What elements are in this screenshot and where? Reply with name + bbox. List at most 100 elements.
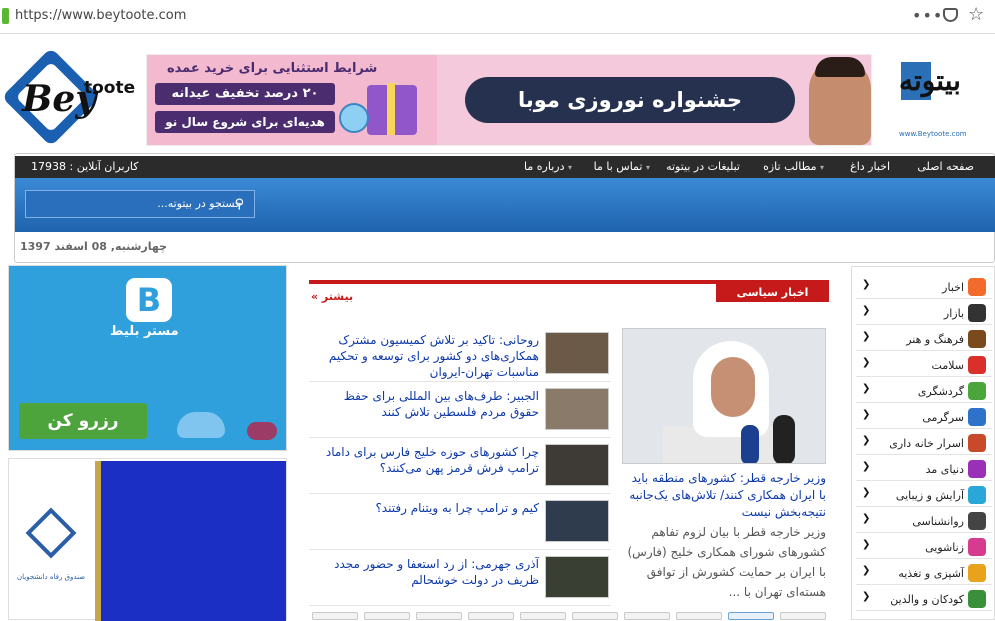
chevron-icon: ❮ (862, 305, 871, 316)
chevron-icon: ❮ (862, 591, 871, 602)
news-list-item[interactable]: چرا کشورهای حوزه خلیج فارس برای داماد تر… (309, 438, 611, 494)
sidebar-item-fashion[interactable]: دنیای مد ❮ (856, 457, 992, 481)
sidebar-item-label: آشپزی و تغذیه (898, 567, 964, 580)
sidebar-item-housekeeping[interactable]: اسرار خانه داری ❮ (856, 431, 992, 455)
reserve-button[interactable]: رزرو کن (19, 403, 147, 439)
sidebar-item-market[interactable]: بازار ❮ (856, 301, 992, 325)
pager-tab-active[interactable] (728, 612, 774, 620)
tourism-icon (968, 382, 986, 400)
ad-gold-bar (95, 461, 101, 621)
news-list-item[interactable]: روحانی: تاکید بر تلاش کمیسیون مشترک همکا… (309, 326, 611, 382)
sidebar-item-kids[interactable]: کودکان و والدین ❮ (856, 587, 992, 611)
berries-icon (247, 422, 277, 440)
pager-tab[interactable] (312, 612, 358, 620)
main-nav-bar: صفحه اصلی اخبار داغ ▾ مطالب تازه تبلیغات… (15, 156, 995, 178)
sidebar-item-culture[interactable]: فرهنگ و هنر ❮ (856, 327, 992, 351)
bookmark-star-icon[interactable]: ☆ (968, 4, 984, 25)
news-thumbnail[interactable] (545, 388, 609, 430)
news-icon (968, 278, 986, 296)
sidebar-item-label: کودکان و والدین (890, 593, 964, 606)
search-placeholder: جستجو در بیتوته... (157, 197, 242, 210)
header-nav-container: صفحه اصلی اخبار داغ ▾ مطالب تازه تبلیغات… (14, 153, 995, 263)
news-list-item[interactable]: کیم و ترامپ چرا به ویتنام رفتند؟ (309, 494, 611, 550)
site-logo-left[interactable]: Bey toote (1, 47, 135, 148)
chevron-icon: ❮ (862, 279, 871, 290)
nav-item-hot-news[interactable]: اخبار داغ (850, 160, 890, 173)
pager-tab[interactable] (520, 612, 566, 620)
site-logo-right[interactable]: بیتوته www.Beytoote.com (895, 56, 987, 142)
featured-news-image[interactable] (622, 328, 826, 464)
search-icon[interactable]: ⚲ (234, 192, 244, 218)
featured-news-title[interactable]: وزیر خارجه قطر: کشورهای منطقه باید با ای… (622, 470, 826, 521)
sidebar-item-tourism[interactable]: گردشگری ❮ (856, 379, 992, 403)
top-banner-ad[interactable]: شرایط استثنایی برای خرید عمده ۲۰ درصد تخ… (146, 54, 872, 146)
news-list-item[interactable]: آذری جهرمی: از رد استعفا و حضور مجدد ظری… (309, 550, 611, 606)
news-pager (312, 612, 828, 620)
chevron-icon: ❮ (862, 331, 871, 342)
nav-item-label: تماس با ما (593, 160, 643, 173)
nav-item-about[interactable]: ▾ درباره ما (524, 160, 572, 173)
culture-icon (968, 330, 986, 348)
fish-bowl-icon (177, 412, 225, 438)
search-input[interactable]: ⚲ جستجو در بیتوته... (25, 190, 255, 218)
sidebar-item-marriage[interactable]: زناشویی ❮ (856, 535, 992, 559)
pager-tab[interactable] (364, 612, 410, 620)
banner-gift-text: هدیه‌ای برای شروع سال نو (155, 111, 335, 133)
chevron-down-icon: ▾ (567, 163, 572, 172)
student-welfare-ad[interactable]: صندوق رفاه دانشجویان (8, 458, 287, 621)
news-thumbnail[interactable] (545, 556, 609, 598)
address-url[interactable]: https://www.beytoote.com (15, 8, 186, 23)
political-news-section: اخبار سیاسی بیشتر » وزیر خارجه قطر: کشور… (309, 278, 829, 620)
student-fund-logo-icon (25, 507, 77, 559)
pager-tab[interactable] (572, 612, 618, 620)
news-thumbnail[interactable] (545, 500, 609, 542)
pager-tab[interactable] (624, 612, 670, 620)
chevron-icon: ❮ (862, 461, 871, 472)
banner-person-hair (815, 57, 865, 77)
category-sidebar: اخبار ❮ بازار ❮ فرهنگ و هنر ❮ سلامت ❮ گردشگر… (851, 266, 995, 620)
sidebar-item-health[interactable]: سلامت ❮ (856, 353, 992, 377)
news-title[interactable]: چرا کشورهای حوزه خلیج فارس برای داماد تر… (313, 444, 539, 476)
sidebar-item-label: فرهنگ و هنر (906, 333, 964, 346)
market-icon (968, 304, 986, 322)
sidebar-item-label: زناشویی (925, 541, 964, 554)
news-title[interactable]: آذری جهرمی: از رد استعفا و حضور مجدد ظری… (313, 556, 539, 588)
sidebar-item-psychology[interactable]: روانشناسی ❮ (856, 509, 992, 533)
mrbilit-ad[interactable]: B مستر بلیط رزرو کن (8, 265, 287, 451)
pager-tab[interactable] (468, 612, 514, 620)
tab-political-news[interactable]: اخبار سیاسی (716, 283, 829, 302)
nav-item-ads[interactable]: تبلیغات در بیتوته (666, 160, 740, 173)
news-thumbnail[interactable] (545, 332, 609, 374)
pager-tab[interactable] (676, 612, 722, 620)
nav-item-label: مطالب تازه (763, 160, 817, 173)
more-link[interactable]: بیشتر » (311, 290, 353, 303)
banner-main-title: جشنواره نوروزی موبا (465, 77, 795, 123)
chevron-icon: ❮ (862, 409, 871, 420)
ad-blue-panel (95, 461, 286, 621)
fun-icon (968, 408, 986, 426)
sidebar-item-label: اسرار خانه داری (889, 437, 964, 450)
news-title[interactable]: کیم و ترامپ چرا به ویتنام رفتند؟ (313, 500, 539, 516)
kids-icon (968, 590, 986, 608)
health-icon (968, 356, 986, 374)
pager-tab[interactable] (416, 612, 462, 620)
featured-news[interactable]: وزیر خارجه قطر: کشورهای منطقه باید با ای… (620, 326, 828, 599)
nav-item-home[interactable]: صفحه اصلی (917, 160, 974, 173)
pocket-icon[interactable] (943, 8, 958, 22)
news-title[interactable]: الجبیر: طرف‌های بین المللی برای حفظ حقوق… (313, 388, 539, 420)
pager-tab[interactable] (780, 612, 826, 620)
news-list-item[interactable]: الجبیر: طرف‌های بین المللی برای حفظ حقوق… (309, 382, 611, 438)
page-actions-icon[interactable]: ••• (912, 6, 943, 25)
sidebar-item-news[interactable]: اخبار ❮ (856, 275, 992, 299)
sidebar-item-fun[interactable]: سرگرمی ❮ (856, 405, 992, 429)
featured-news-summary: وزیر خارجه قطر با بیان لزوم تفاهم کشورها… (627, 525, 826, 599)
secure-lock-icon (2, 8, 9, 24)
house-icon (968, 434, 986, 452)
sidebar-item-cooking[interactable]: آشپزی و تغذیه ❮ (856, 561, 992, 585)
news-title[interactable]: روحانی: تاکید بر تلاش کمیسیون مشترک همکا… (313, 332, 539, 380)
chevron-icon: ❮ (862, 357, 871, 368)
sidebar-item-beauty[interactable]: آرایش و زیبایی ❮ (856, 483, 992, 507)
news-thumbnail[interactable] (545, 444, 609, 486)
nav-item-contact[interactable]: ▾ تماس با ما (594, 160, 650, 173)
nav-item-new-posts[interactable]: ▾ مطالب تازه (763, 160, 824, 173)
